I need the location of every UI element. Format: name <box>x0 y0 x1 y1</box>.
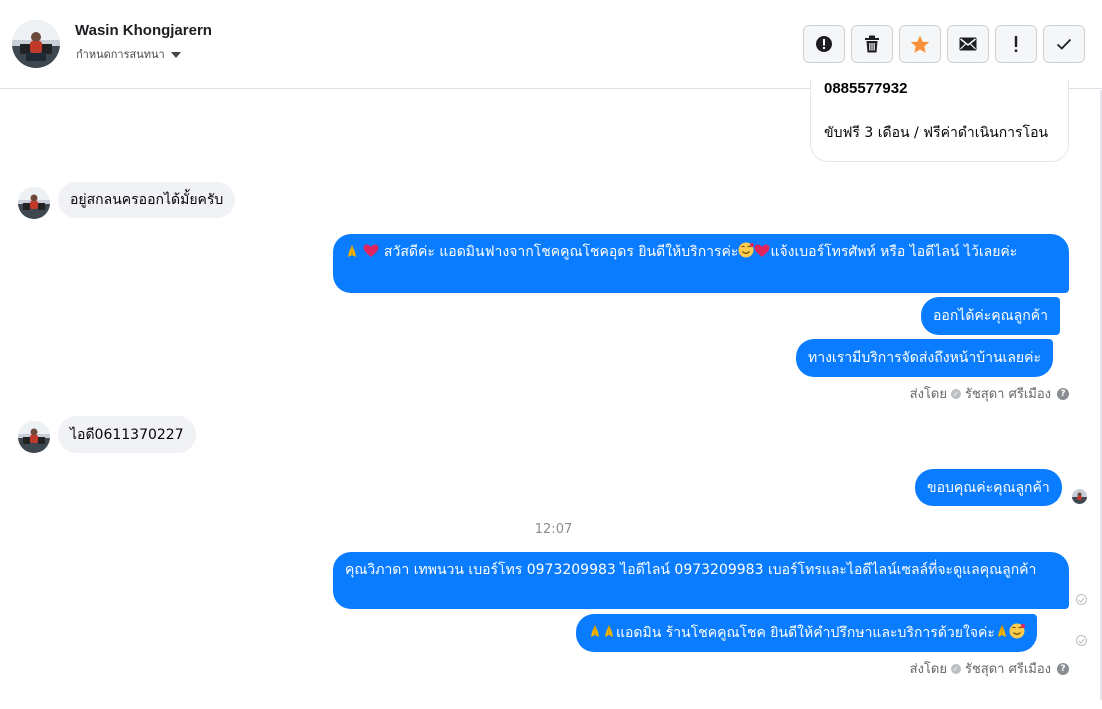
email-button[interactable] <box>947 25 989 63</box>
message-text: อยู่สกลนครออกได้มั้ยครับ <box>70 192 224 208</box>
verified-icon: ✓ <box>950 388 961 399</box>
mark-done-button[interactable] <box>1043 25 1085 63</box>
report-icon <box>815 35 833 53</box>
conversation-header: Wasin Khongjarern กำหนดการสนทนา <box>0 0 1102 89</box>
message-text: คุณวิภาดา เทพนวน เบอร์โทร 0973209983 ไอด… <box>345 562 1037 578</box>
sent-by-label: ส่งโดย <box>909 387 947 402</box>
sent-by-line: ส่งโดย ✓ รัชสุดา ศรีเมือง ? <box>910 658 1069 679</box>
seen-avatar <box>1072 489 1087 504</box>
heart-emoji-icon <box>363 244 379 264</box>
sender-avatar[interactable] <box>18 421 50 453</box>
caret-down-icon <box>170 52 181 58</box>
verified-icon: ✓ <box>950 663 961 674</box>
sent-by-agent[interactable]: รัชสุดา ศรีเมือง <box>965 658 1051 679</box>
sent-by-agent[interactable]: รัชสุดา ศรีเมือง <box>965 383 1051 404</box>
smiling-hearts-emoji-icon <box>738 242 755 264</box>
delivered-icon <box>1076 594 1087 605</box>
star-icon <box>910 35 930 54</box>
outgoing-message-card: 0885577932 ขับฟรี 3 เดือน / ฟรีค่าดำเนิน… <box>810 80 1069 162</box>
report-button[interactable] <box>803 25 845 63</box>
incoming-message[interactable]: อยู่สกลนครออกได้มั้ยครับ <box>58 182 236 218</box>
incoming-message[interactable]: ไอดี0611370227 <box>58 416 196 453</box>
mail-icon <box>959 37 977 51</box>
sent-by-line: ส่งโดย ✓ รัชสุดา ศรีเมือง ? <box>910 383 1069 404</box>
help-icon[interactable]: ? <box>1057 387 1069 400</box>
sender-avatar[interactable] <box>18 187 50 219</box>
pray-emoji-icon <box>602 624 616 642</box>
card-text: ขับฟรี 3 เดือน / ฟรีค่าดำเนินการโอน <box>824 125 1049 141</box>
exclamation-icon <box>1013 35 1019 53</box>
conversation-settings-label: กำหนดการสนทนา <box>76 48 165 61</box>
mark-important-button[interactable] <box>995 25 1037 63</box>
star-button[interactable] <box>899 25 941 63</box>
message-text: ขอบคุณค่ะคุณลูกค้า <box>927 479 1050 496</box>
message-text: สวัสดีค่ะ แอดมินฟางจากโชคคูณโชคอุดร ยินด… <box>383 244 739 260</box>
message-text-continued: แจ้งเบอร์โทรศัพท์ หรือ ไอดีไลน์ ไว้เลยค่… <box>770 244 1018 260</box>
help-icon[interactable]: ? <box>1057 662 1069 675</box>
pray-emoji-icon <box>588 624 602 642</box>
outgoing-message[interactable]: คุณวิภาดา เทพนวน เบอร์โทร 0973209983 ไอด… <box>333 552 1069 609</box>
timestamp: 12:07 <box>534 522 573 537</box>
message-text: แอดมิน ร้านโชคคูณโชค ยินดีให้คำปรึกษาและ… <box>616 625 995 641</box>
smiling-hearts-emoji-icon <box>1009 623 1025 643</box>
outgoing-message[interactable]: ขอบคุณค่ะคุณลูกค้า <box>915 469 1062 506</box>
outgoing-message[interactable]: ออกได้ค่ะคุณลูกค้า <box>921 297 1060 335</box>
outgoing-message[interactable]: สวัสดีค่ะ แอดมินฟางจากโชคคูณโชคอุดร ยินด… <box>333 234 1069 293</box>
heart-emoji-icon <box>754 244 770 264</box>
message-text: ออกได้ค่ะคุณลูกค้า <box>933 308 1048 324</box>
pray-emoji-icon <box>995 624 1009 642</box>
delivered-icon <box>1076 635 1087 646</box>
pray-emoji-icon <box>345 244 359 264</box>
contact-avatar[interactable] <box>12 20 60 68</box>
conversation-settings-dropdown[interactable]: กำหนดการสนทนา <box>76 45 181 63</box>
card-phone-number: 0885577932 <box>824 80 908 97</box>
delete-button[interactable] <box>851 25 893 63</box>
message-text: ไอดี0611370227 <box>70 426 184 443</box>
contact-name[interactable]: Wasin Khongjarern <box>75 22 212 39</box>
message-text: ทางเรามีบริการจัดส่งถึงหน้าบ้านเลยค่ะ <box>808 350 1042 366</box>
sent-by-label: ส่งโดย <box>909 662 947 677</box>
outgoing-message[interactable]: แอดมิน ร้านโชคคูณโชค ยินดีให้คำปรึกษาและ… <box>576 614 1037 652</box>
outgoing-message[interactable]: ทางเรามีบริการจัดส่งถึงหน้าบ้านเลยค่ะ <box>796 339 1054 377</box>
check-icon <box>1056 38 1072 50</box>
trash-icon <box>864 35 880 53</box>
